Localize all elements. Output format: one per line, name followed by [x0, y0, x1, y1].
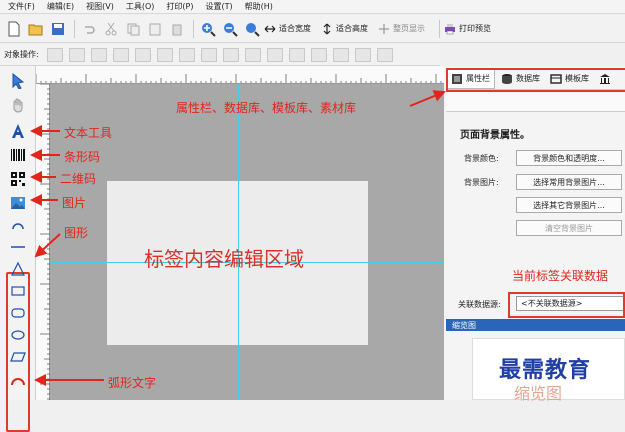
- select-arrow-icon[interactable]: [9, 72, 27, 90]
- fit-height-button[interactable]: 适合高度: [321, 23, 368, 35]
- menu-view[interactable]: 视图(V): [86, 1, 114, 12]
- datasource-label: 关联数据源:: [458, 300, 501, 309]
- zoom-in-icon[interactable]: [198, 19, 218, 39]
- annotation-datasource: 当前标签关联数据: [512, 269, 609, 283]
- datasource-highlight-box: [508, 292, 625, 318]
- line-icon[interactable]: [9, 238, 27, 256]
- thumbnail-header: 缩览图: [446, 319, 625, 331]
- bg-color-button[interactable]: 背景颜色和透明度...: [516, 150, 622, 166]
- unlock-icon[interactable]: [376, 47, 393, 62]
- menu-settings[interactable]: 设置(T): [205, 1, 232, 12]
- watermark: 最需教育: [499, 358, 592, 383]
- send-back-icon[interactable]: [288, 47, 305, 62]
- lock-icon[interactable]: [354, 47, 371, 62]
- move-arrows-icon: [379, 23, 389, 34]
- ellipse-icon[interactable]: [9, 326, 27, 344]
- align-left-icon[interactable]: [46, 47, 63, 62]
- fit-width-label: 适合宽度: [279, 24, 311, 33]
- annotation-barcode: 条形码: [64, 150, 101, 164]
- rounded-rect-icon[interactable]: [9, 304, 27, 322]
- toolbox: [0, 66, 36, 432]
- ruler-horizontal: [36, 66, 444, 84]
- toolbar-divider: [439, 19, 440, 38]
- panel-strip: [446, 90, 625, 112]
- zoom-fit-icon[interactable]: [242, 19, 262, 39]
- menu-help[interactable]: 帮助(H): [245, 1, 273, 12]
- editing-area-caption: 标签内容编辑区域: [144, 247, 304, 271]
- vertical-arrows-icon: [323, 23, 331, 34]
- fit-height-label: 适合高度: [336, 24, 368, 33]
- cut-icon[interactable]: [101, 19, 121, 39]
- image-icon[interactable]: [9, 194, 27, 212]
- bg-image-label: 背景图片:: [464, 178, 499, 187]
- full-page-button[interactable]: 整页显示: [378, 23, 425, 35]
- page-bg-section-title: 页面背景属性。: [460, 130, 530, 141]
- menu-bar: 文件(F) 编辑(E) 视图(V) 工具(O) 打印(P) 设置(T) 帮助(H…: [0, 0, 625, 14]
- main-toolbar: 适合宽度 适合高度 整页显示 打印预览: [0, 15, 625, 43]
- same-width-icon[interactable]: [178, 47, 195, 62]
- object-ops-label: 对象操作:: [4, 50, 39, 59]
- guide-line-vertical[interactable]: [238, 84, 239, 400]
- qrcode-icon[interactable]: [9, 170, 27, 188]
- menu-tools[interactable]: 工具(O): [126, 1, 155, 12]
- hand-pan-icon[interactable]: [9, 96, 27, 114]
- select-common-bg-button[interactable]: 选择常用背景图片...: [516, 174, 622, 190]
- align-middle-icon[interactable]: [134, 47, 151, 62]
- print-preview-label: 打印预览: [459, 24, 491, 33]
- new-file-icon[interactable]: [4, 19, 24, 39]
- bg-color-label: 背景颜色:: [464, 154, 499, 163]
- menu-file[interactable]: 文件(F): [8, 1, 35, 12]
- annotation-panels: 属性栏、数据库、模板库、素材库: [176, 101, 357, 115]
- horizontal-arrows-icon: [264, 25, 276, 32]
- annotation-shape: 图形: [64, 226, 89, 240]
- object-toolbar: 对象操作:: [0, 44, 440, 66]
- annotation-qrcode: 二维码: [60, 172, 97, 186]
- undo-icon[interactable]: [79, 19, 99, 39]
- triangle-icon[interactable]: [9, 260, 27, 278]
- select-other-bg-button[interactable]: 选择其它背景图片...: [516, 197, 622, 213]
- arc-icon[interactable]: [9, 216, 27, 234]
- same-height-icon[interactable]: [200, 47, 217, 62]
- clear-bg-button[interactable]: 清空背景图片: [516, 220, 622, 236]
- align-bottom-icon[interactable]: [156, 47, 173, 62]
- toolbar-divider: [74, 19, 75, 38]
- tabs-highlight-box: [446, 68, 625, 92]
- toolbar-divider: [193, 19, 194, 38]
- menu-edit[interactable]: 编辑(E): [47, 1, 74, 12]
- printer-icon: [445, 23, 455, 34]
- delete-icon[interactable]: [167, 19, 187, 39]
- distribute-h-icon[interactable]: [222, 47, 239, 62]
- parallelogram-icon[interactable]: [9, 348, 27, 366]
- arc-text-icon[interactable]: [9, 372, 27, 390]
- rectangle-icon[interactable]: [9, 282, 27, 300]
- align-top-icon[interactable]: [112, 47, 129, 62]
- fit-width-button[interactable]: 适合宽度: [264, 23, 311, 35]
- copy-icon[interactable]: [123, 19, 143, 39]
- save-icon[interactable]: [48, 19, 68, 39]
- text-tool-icon[interactable]: [9, 122, 27, 140]
- annotation-image: 图片: [62, 196, 87, 210]
- open-folder-icon[interactable]: [26, 19, 46, 39]
- group-icon[interactable]: [310, 47, 327, 62]
- distribute-v-icon[interactable]: [244, 47, 261, 62]
- align-center-icon[interactable]: [68, 47, 85, 62]
- annotation-arc-text: 弧形文字: [108, 376, 157, 390]
- ruler-ticks: [36, 74, 442, 83]
- ruler-vertical: [36, 83, 50, 400]
- right-panel: 属性栏 数据库 模板库 页面背景属性。 背景颜色: 背景颜色和透明度... 背景…: [444, 66, 625, 400]
- bring-front-icon[interactable]: [266, 47, 283, 62]
- print-preview-button[interactable]: 打印预览: [444, 23, 491, 35]
- barcode-icon[interactable]: [9, 146, 27, 164]
- zoom-out-icon[interactable]: [220, 19, 240, 39]
- ruler-ticks: [40, 83, 50, 400]
- ungroup-icon[interactable]: [332, 47, 349, 62]
- full-page-label: 整页显示: [393, 24, 425, 33]
- annotation-text-tool: 文本工具: [64, 126, 113, 140]
- menu-print[interactable]: 打印(P): [166, 1, 193, 12]
- align-right-icon[interactable]: [90, 47, 107, 62]
- paste-icon[interactable]: [145, 19, 165, 39]
